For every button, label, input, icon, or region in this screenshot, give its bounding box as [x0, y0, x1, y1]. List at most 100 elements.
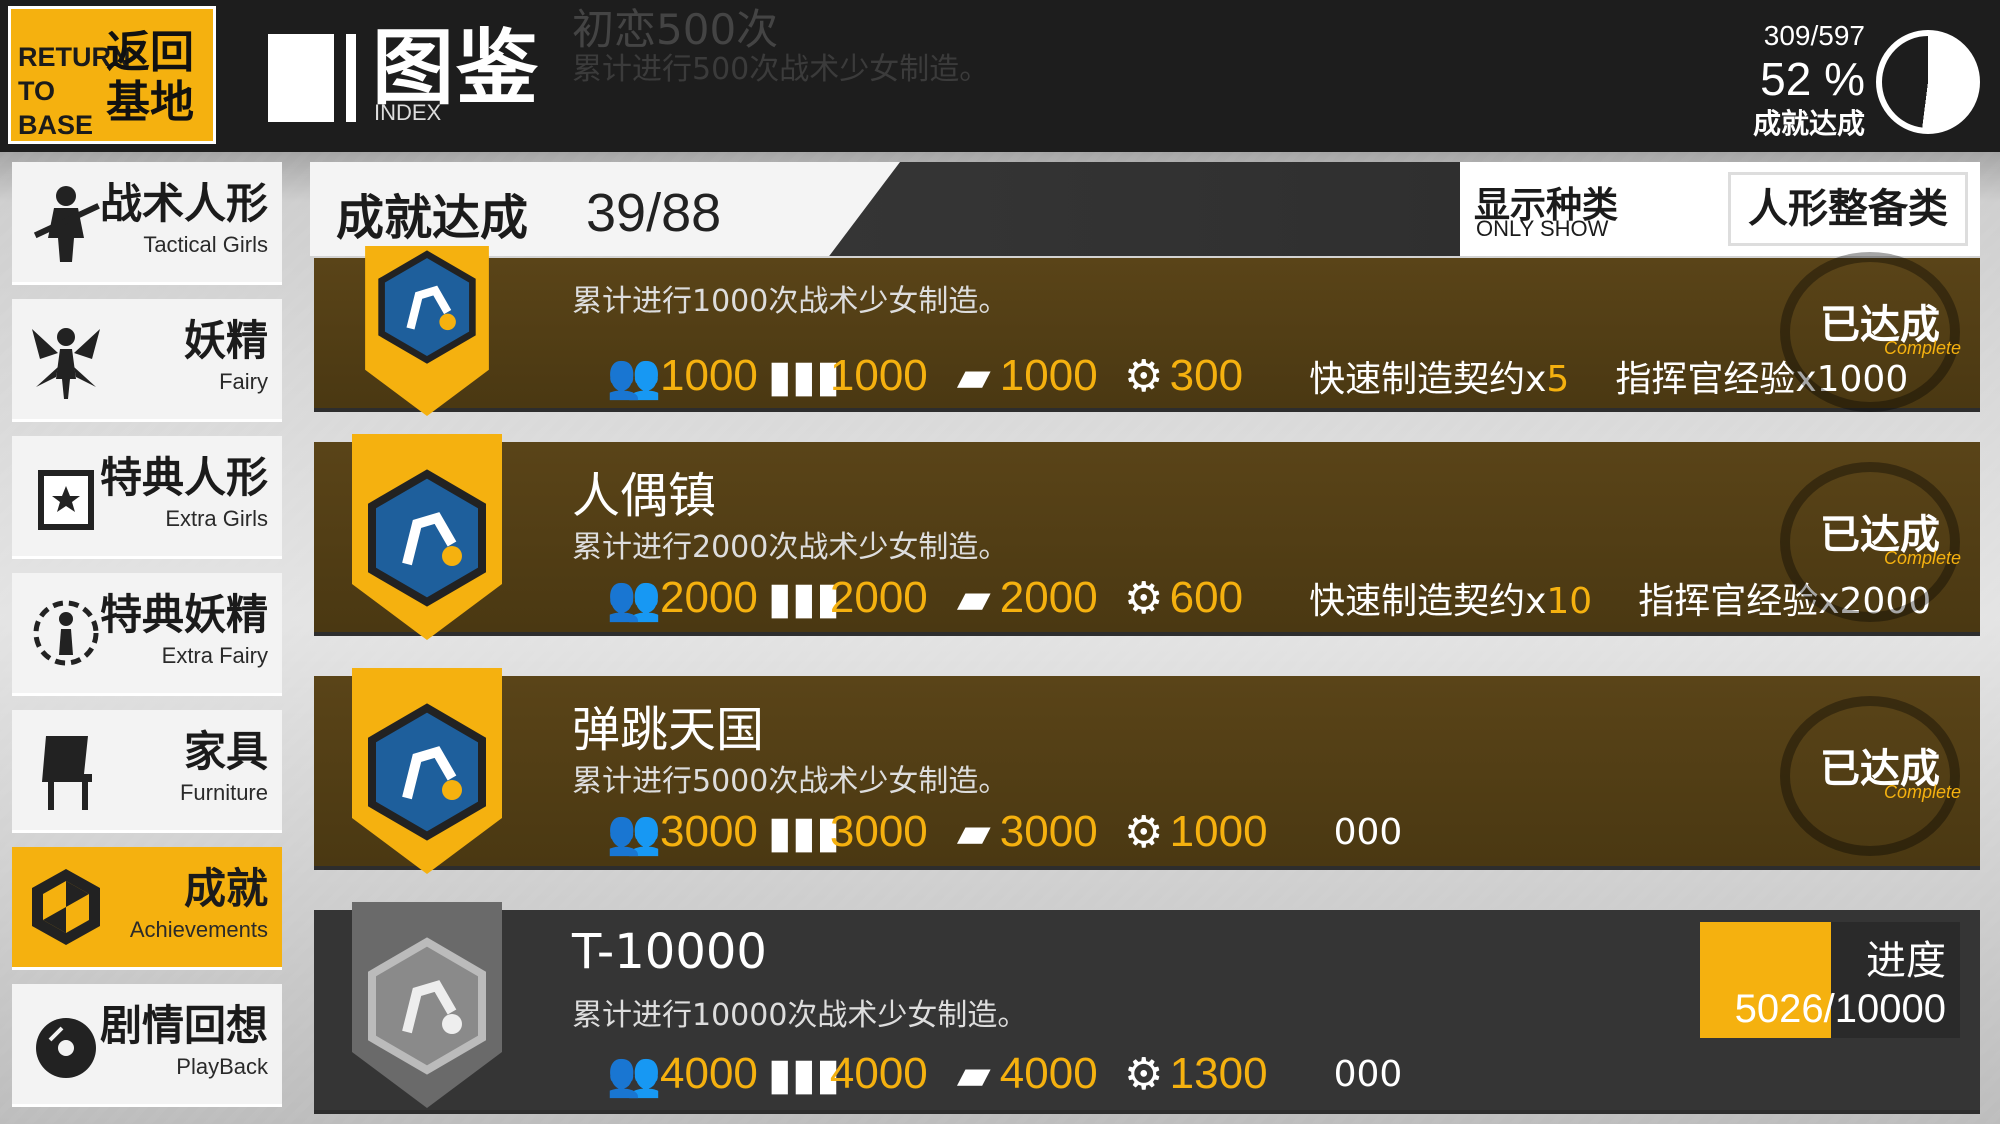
progress-total: /10000 — [1823, 987, 1946, 1031]
reward-ammo: ▮▮▮ 3000 — [767, 807, 928, 857]
summary-value: 39/88 — [586, 183, 722, 243]
reward-parts: ⚙ 1300 — [1124, 1049, 1268, 1099]
filter-sublabel: ONLY SHOW — [1476, 216, 1609, 241]
reward-manpower: 👥 4000 — [606, 1049, 758, 1099]
reward-manpower: 👥 3000 — [607, 807, 758, 857]
ghost-achievement-desc: 累计进行500次战术少女制造。 — [572, 52, 990, 87]
parts-gear-icon: ⚙ — [1123, 573, 1164, 623]
progress-current: 5026 — [1734, 987, 1824, 1031]
reward-parts: ⚙ 300 — [1124, 351, 1243, 401]
sidebar-item-sublabel: PlayBack — [176, 1054, 268, 1079]
sidebar-item-sublabel: Fairy — [219, 369, 268, 394]
achievement-card[interactable]: T-10000 累计进行10000次战术少女制造。 👥 4000 ▮▮▮ 4000 … — [314, 902, 1980, 1110]
sidebar-item-label: 特典人形 — [99, 453, 268, 502]
completion-count: 309/597 — [1763, 20, 1865, 51]
parts-gear-icon: ⚙ — [1123, 351, 1164, 401]
achievement-desc: 累计进行2000次战术少女制造。 — [572, 530, 1009, 565]
complete-sublabel: Complete — [1884, 338, 1962, 358]
achievement-title: 弹跳天国 — [572, 702, 765, 758]
achievement-summary: 成就达成 39/88 — [310, 162, 900, 256]
completion-label: 成就达成 — [1752, 107, 1865, 140]
reward-row: 👥 3000 ▮▮▮ 3000 ▰ 3000 ⚙ 1000 000 — [607, 804, 1403, 860]
ration-icon: ▰ — [956, 1049, 991, 1099]
sidebar-item-label: 妖精 — [183, 316, 268, 365]
reward-parts: ⚙ 1000 — [1124, 807, 1268, 857]
achievement-badge-icon — [365, 246, 489, 416]
ammo-icon: ▮▮▮ — [767, 351, 841, 401]
reward-manpower: 👥 1000 — [607, 351, 758, 401]
achievement-desc: 累计进行10000次战术少女制造。 — [572, 998, 1028, 1033]
return-to-base-button[interactable]: RETURN TO BASE 返回基地 — [8, 6, 216, 144]
reward-value: 3000 — [999, 807, 1098, 856]
manpower-icon: 👥 — [606, 574, 662, 623]
sidebar-item-playback[interactable]: 剧情回想 PlayBack — [12, 984, 282, 1104]
reward-value: 4000 — [999, 1049, 1098, 1098]
sidebar-item-sublabel: Extra Girls — [165, 506, 268, 531]
reward-ration: ▰ 2000 — [954, 573, 1098, 623]
complete-stamp: 已达成 Complete — [1780, 696, 1962, 856]
return-label-cn: 返回基地 — [106, 27, 194, 128]
reward-value: 600 — [1169, 573, 1244, 622]
reward-row: 👥 1000 ▮▮▮ 1000 ▰ 1000 ⚙ 300 快速制造契约x5 指挥官经验x… — [607, 348, 1909, 404]
achievement-desc: 累计进行5000次战术少女制造。 — [572, 764, 1009, 799]
complete-stamp: 已达成 Complete — [1780, 252, 1962, 412]
sidebar-item-label: 家具 — [183, 727, 268, 776]
sidebar-item-extra-girls[interactable]: 特典人形 Extra Girls — [12, 436, 282, 556]
reward-value: 1000 — [999, 351, 1098, 400]
complete-sublabel: Complete — [1884, 548, 1962, 568]
reward-value: 1300 — [1169, 1049, 1268, 1098]
reward-value: 1000 — [829, 351, 928, 400]
chair-icon — [42, 736, 92, 810]
achievement-title: 人偶镇 — [572, 468, 717, 524]
achievement-desc: 累计进行1000次战术少女制造。 — [572, 284, 1009, 319]
complete-sublabel: Complete — [1884, 782, 1962, 802]
manpower-icon: 👥 — [606, 1050, 662, 1099]
reward-extra-label: 快速制造契约x — [1309, 581, 1547, 622]
achievement-card[interactable]: 累计进行1000次战术少女制造。 👥 1000 ▮▮▮ 1000 ▰ 1000 ⚙ 30… — [314, 246, 1980, 416]
sidebar-item-extra-fairy[interactable]: 特典妖精 Extra Fairy — [12, 573, 282, 693]
progress-value: 5026/10000 — [1735, 987, 1946, 1032]
sidebar-item-tactical-girls[interactable]: 战术人形 Tactical Girls — [12, 162, 282, 282]
reward-ration: ▰ 3000 — [954, 807, 1098, 857]
reward-row: 👥 2000 ▮▮▮ 2000 ▰ 2000 ⚙ 600 快速制造契约x10 指挥官经验… — [606, 570, 1932, 626]
sidebar-item-furniture[interactable]: 家具 Furniture — [12, 710, 282, 830]
achievement-hex-icon — [32, 869, 100, 945]
reward-row: 👥 4000 ▮▮▮ 4000 ▰ 4000 ⚙ 1300 000 — [606, 1046, 1403, 1102]
achievement-title: T-10000 — [572, 924, 767, 980]
ammo-icon: ▮▮▮ — [767, 807, 841, 857]
achievement-card[interactable]: 人偶镇 累计进行2000次战术少女制造。 👥 2000 ▮▮▮ 2000 ▰ 2000… — [314, 434, 1980, 640]
reward-extra-label: 快速制造契约x — [1309, 359, 1547, 400]
completion-percent: 52 % — [1760, 53, 1865, 105]
progress-label: 进度 — [1866, 938, 1946, 984]
extra-fairy-icon — [33, 600, 99, 666]
parts-gear-icon: ⚙ — [1123, 1049, 1164, 1099]
achievement-badge-icon — [352, 434, 502, 640]
reward-value: 4000 — [829, 1049, 928, 1098]
sidebar-item-sublabel: Achievements — [129, 917, 268, 942]
tactical-girl-icon — [33, 186, 100, 262]
summary-label: 成就达成 — [336, 190, 529, 246]
sidebar-item-sublabel: Extra Fairy — [161, 643, 268, 668]
reward-parts: ⚙ 600 — [1124, 573, 1243, 623]
achievement-card[interactable]: 弹跳天国 累计进行5000次战术少女制造。 👥 3000 ▮▮▮ 3000 ▰ 300… — [314, 668, 1980, 874]
ration-icon: ▰ — [956, 351, 991, 401]
sidebar-item-fairy[interactable]: 妖精 Fairy — [12, 299, 282, 419]
reward-manpower: 👥 2000 — [606, 573, 758, 623]
reward-value: 1000 — [1169, 807, 1268, 856]
reward-value: 1000 — [660, 351, 758, 400]
ration-icon: ▰ — [956, 807, 991, 857]
reward-value: 3000 — [660, 807, 758, 856]
ration-icon: ▰ — [956, 573, 991, 623]
sidebar-item-label: 战术人形 — [99, 179, 268, 228]
reward-extra-contract: 快速制造契约x10 — [1309, 572, 1592, 624]
reward-value: 4000 — [660, 1049, 758, 1098]
parts-gear-icon: ⚙ — [1123, 807, 1164, 857]
reward-value: 2000 — [660, 573, 758, 622]
category-select-button[interactable]: 人形整备类 — [1728, 172, 1968, 246]
reward-extra-contract: 快速制造契约x5 — [1309, 350, 1569, 402]
ammo-icon: ▮▮▮ — [767, 573, 841, 623]
sidebar-item-achievements[interactable]: 成就 Achievements — [12, 847, 282, 967]
extra-girls-icon — [38, 470, 94, 530]
reward-value: 2000 — [999, 573, 1098, 622]
disc-icon — [36, 1018, 96, 1078]
